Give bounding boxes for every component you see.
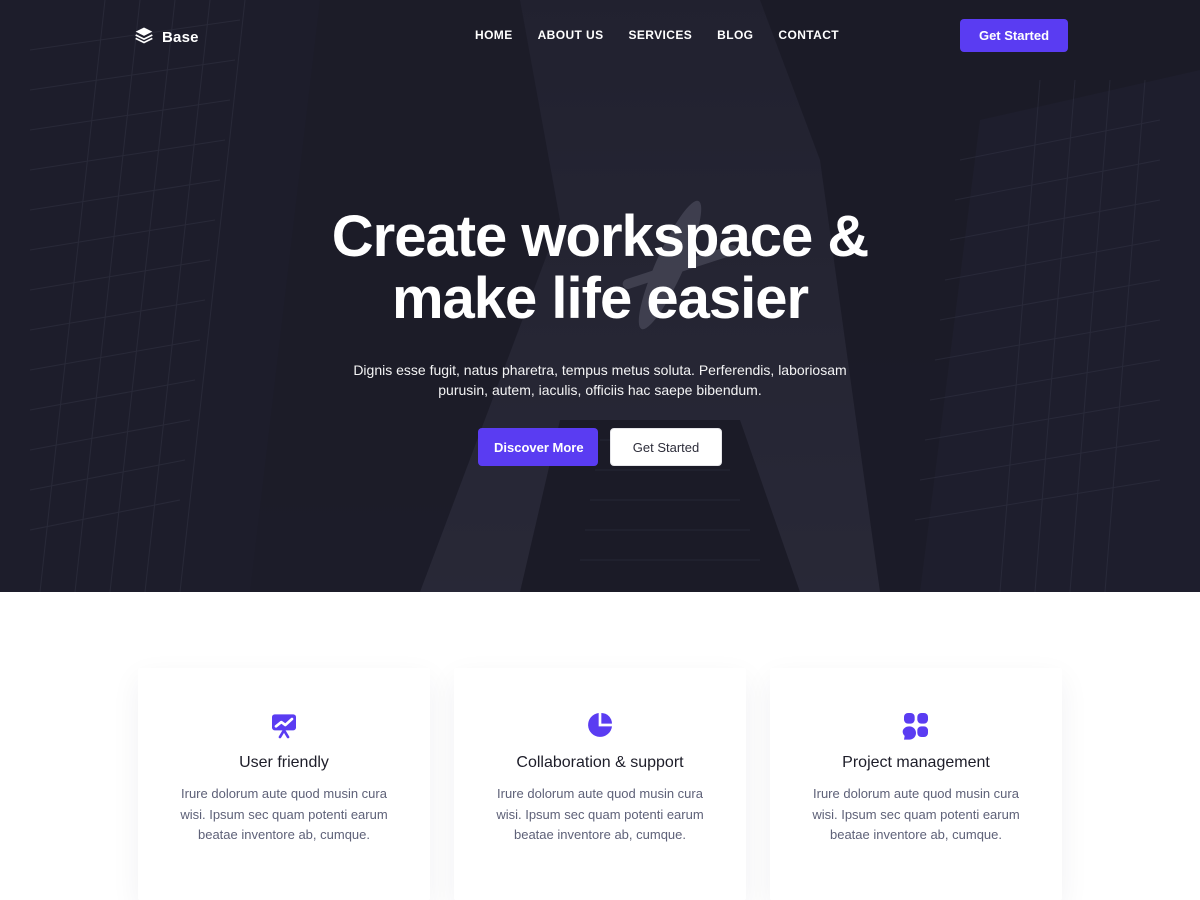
hero-subtitle-line-1: Dignis esse fugit, natus pharetra, tempu… xyxy=(353,362,847,378)
feature-title: Project management xyxy=(842,754,990,771)
nav-link-contact[interactable]: CONTACT xyxy=(778,28,839,42)
apps-grid-icon xyxy=(899,708,933,742)
discover-more-button[interactable]: Discover More xyxy=(478,428,598,466)
hero-title-line-1: Create workspace & xyxy=(331,204,869,269)
hero-content: Create workspace & make life easier Dign… xyxy=(0,206,1200,466)
feature-title: User friendly xyxy=(239,754,329,771)
nav-link-home[interactable]: HOME xyxy=(475,28,513,42)
top-navigation: Base HOME ABOUT US SERVICES BLOG CONTACT… xyxy=(0,0,1200,72)
brand-logo[interactable]: Base xyxy=(134,25,199,49)
hero-actions: Discover More Get Started xyxy=(0,428,1200,466)
hero-subtitle: Dignis esse fugit, natus pharetra, tempu… xyxy=(340,360,860,400)
features-section: User friendly Irure dolorum aute quod mu… xyxy=(0,592,1200,900)
nav-link-blog[interactable]: BLOG xyxy=(717,28,753,42)
hero-title: Create workspace & make life easier xyxy=(0,206,1200,330)
presentation-chart-icon xyxy=(267,708,301,742)
hero-section: Base HOME ABOUT US SERVICES BLOG CONTACT… xyxy=(0,0,1200,592)
layers-icon xyxy=(134,25,154,49)
feature-title: Collaboration & support xyxy=(516,754,684,771)
pie-chart-icon xyxy=(583,708,617,742)
hero-title-line-2: make life easier xyxy=(391,266,809,331)
feature-card-collaboration-support: Collaboration & support Irure dolorum au… xyxy=(454,668,746,900)
hero-subtitle-line-2: purusin, autem, iaculis, officiis hac sa… xyxy=(438,382,762,398)
nav-link-about-us[interactable]: ABOUT US xyxy=(538,28,604,42)
hero-get-started-button[interactable]: Get Started xyxy=(610,428,722,466)
nav-link-services[interactable]: SERVICES xyxy=(628,28,692,42)
feature-card-user-friendly: User friendly Irure dolorum aute quod mu… xyxy=(138,668,430,900)
feature-description: Irure dolorum aute quod musin cura wisi.… xyxy=(180,786,388,842)
feature-card-project-management: Project management Irure dolorum aute qu… xyxy=(770,668,1062,900)
nav-links: HOME ABOUT US SERVICES BLOG CONTACT xyxy=(475,28,839,42)
brand-name: Base xyxy=(162,28,199,46)
feature-description: Irure dolorum aute quod musin cura wisi.… xyxy=(812,786,1020,842)
feature-cards: User friendly Irure dolorum aute quod mu… xyxy=(138,668,1062,900)
nav-get-started-button[interactable]: Get Started xyxy=(960,19,1068,52)
feature-description: Irure dolorum aute quod musin cura wisi.… xyxy=(496,786,704,842)
